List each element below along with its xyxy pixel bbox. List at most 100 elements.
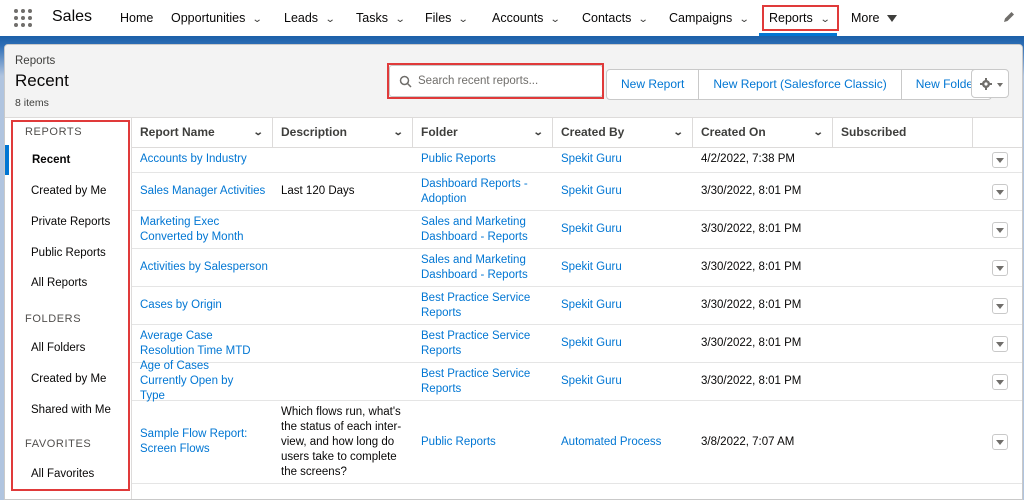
created-by-link[interactable]: Spekit Guru (553, 147, 693, 172)
created-by-link[interactable]: Spekit Guru (553, 363, 693, 400)
chevron-down-icon[interactable]: ⌄ (550, 2, 561, 38)
row-actions-dropdown[interactable] (992, 184, 1008, 200)
chevron-down-icon[interactable]: ⌄ (739, 2, 750, 38)
nav-item-contacts[interactable]: Contacts ⌄ (582, 0, 649, 38)
column-header-actions (973, 118, 1022, 147)
folder-link[interactable]: Best Practice Service Reports (413, 363, 545, 400)
report-name-link[interactable]: Sales Manager Activities (132, 173, 273, 210)
row-actions-dropdown[interactable] (992, 336, 1008, 352)
report-description: Last 120 Days (281, 185, 355, 197)
nav-item-home[interactable]: Home (120, 0, 153, 36)
new-report-classic-button[interactable]: New Report (Salesforce Classic) (698, 70, 900, 99)
table-row: Accounts by Industry Public Reports Spek… (132, 147, 1022, 173)
chevron-down-icon[interactable]: ⌄ (672, 118, 683, 147)
chevron-down-icon[interactable]: ⌄ (812, 118, 823, 147)
created-on: 3/8/2022, 7:07 AM (701, 435, 795, 448)
caret-down-icon[interactable] (887, 15, 898, 23)
column-label: Description (281, 125, 348, 139)
column-header-subscribed[interactable]: Subscribed (833, 118, 973, 147)
nav-item-label: Home (120, 11, 154, 25)
row-actions-dropdown[interactable] (992, 152, 1008, 168)
column-header-description[interactable]: Description ⌄ (273, 118, 413, 147)
table-row: Marketing Exec Converted by Month Sales … (132, 211, 1022, 249)
chevron-down-icon[interactable]: ⌄ (252, 118, 263, 147)
folder-link[interactable]: Sales and Marketing Dashboard - Reports (413, 249, 545, 286)
reports-table: Report Name ⌄ Description ⌄ Folder ⌄ Create… (132, 118, 1022, 499)
nav-item-tasks[interactable]: Tasks ⌄ (356, 0, 406, 38)
table-header: Report Name ⌄ Description ⌄ Folder ⌄ Create… (132, 118, 1022, 148)
nav-item-opportunities[interactable]: Opportunities ⌄ (171, 0, 263, 38)
edit-nav-pencil-icon[interactable] (1002, 10, 1016, 24)
new-report-button[interactable]: New Report (607, 70, 698, 99)
chevron-down-icon[interactable]: ⌄ (532, 118, 543, 147)
folder-link[interactable]: Best Practice Service Reports (413, 325, 545, 362)
report-description (273, 211, 413, 248)
table-row: Average Case Resolution Time MTD Best Pr… (132, 325, 1022, 363)
report-name-link[interactable]: Accounts by Industry (132, 147, 273, 172)
row-actions-dropdown[interactable] (992, 434, 1008, 450)
folder-link[interactable]: Best Practice Service Reports (413, 287, 545, 324)
created-by-link[interactable]: Spekit Guru (553, 211, 693, 248)
chevron-down-icon[interactable]: ⌄ (638, 2, 649, 38)
list-settings-button[interactable] (971, 69, 1009, 98)
report-description (273, 147, 413, 172)
report-description (273, 363, 413, 400)
highlight-box-search (387, 63, 604, 99)
header-button-group: New Report New Report (Salesforce Classi… (606, 69, 993, 100)
created-by-link[interactable]: Spekit Guru (553, 287, 693, 324)
report-name-link[interactable]: Sample Flow Report: Screen Flows (132, 401, 258, 483)
nav-item-more[interactable]: More (851, 0, 898, 36)
row-actions-dropdown[interactable] (992, 374, 1008, 390)
highlight-box-sidebar (11, 120, 130, 491)
created-by-link[interactable]: Spekit Guru (553, 325, 693, 362)
report-name-link[interactable]: Activities by Salesperson (132, 249, 273, 286)
folder-link[interactable]: Public Reports (413, 401, 553, 483)
item-count: 8 items (15, 97, 49, 109)
row-actions-dropdown[interactable] (992, 298, 1008, 314)
column-header-created-by[interactable]: Created By ⌄ (553, 118, 693, 147)
nav-item-files[interactable]: Files ⌄ (425, 0, 469, 38)
report-description (273, 287, 413, 324)
chevron-down-icon[interactable]: ⌄ (395, 2, 406, 38)
table-row: Sample Flow Report: Screen Flows Which f… (132, 401, 1022, 484)
created-on: 3/30/2022, 8:01 PM (701, 261, 802, 273)
report-description (273, 325, 413, 362)
caret-down-icon (997, 83, 1003, 87)
column-header-created-on[interactable]: Created On ⌄ (693, 118, 833, 147)
app-launcher-icon[interactable] (14, 9, 32, 27)
gear-icon (980, 78, 992, 90)
folder-link[interactable]: Sales and Marketing Dashboard - Reports (413, 211, 545, 248)
created-by-link[interactable]: Spekit Guru (553, 173, 693, 210)
folder-link[interactable]: Public Reports (413, 147, 553, 172)
nav-item-accounts[interactable]: Accounts ⌄ (492, 0, 561, 38)
row-actions-dropdown[interactable] (992, 260, 1008, 276)
breadcrumb[interactable]: Reports (15, 55, 55, 67)
report-description (273, 249, 413, 286)
report-name-link[interactable]: Cases by Origin (132, 287, 273, 324)
chevron-down-icon[interactable]: ⌄ (392, 118, 403, 147)
report-name-link[interactable]: Age of Cases Currently Open by Type (132, 360, 258, 402)
column-header-folder[interactable]: Folder ⌄ (413, 118, 553, 147)
column-label: Created On (701, 125, 766, 139)
table-row: Sales Manager Activities Last 120 Days D… (132, 173, 1022, 211)
nav-item-campaigns[interactable]: Campaigns ⌄ (669, 0, 750, 38)
created-on: 3/30/2022, 8:01 PM (701, 299, 802, 311)
column-label: Report Name (140, 125, 215, 139)
created-by-link[interactable]: Spekit Guru (553, 249, 693, 286)
column-header-report-name[interactable]: Report Name ⌄ (132, 118, 273, 147)
page-title: Recent (15, 71, 69, 90)
nav-item-leads[interactable]: Leads ⌄ (284, 0, 336, 38)
chevron-down-icon[interactable]: ⌄ (252, 2, 263, 38)
chevron-down-icon[interactable]: ⌄ (325, 2, 336, 38)
created-by-link[interactable]: Automated Process (553, 401, 693, 483)
table-row: Activities by Salesperson Sales and Mark… (132, 249, 1022, 287)
column-label: Subscribed (841, 125, 907, 139)
folder-link[interactable]: Dashboard Reports - Adoption (413, 173, 545, 210)
report-name-link[interactable]: Marketing Exec Converted by Month (132, 211, 262, 248)
chevron-down-icon[interactable]: ⌄ (458, 2, 469, 38)
nav-item-label: More (851, 11, 880, 25)
report-name-link[interactable]: Average Case Resolution Time MTD (132, 325, 264, 362)
nav-item-label: Leads (284, 11, 319, 25)
row-actions-dropdown[interactable] (992, 222, 1008, 238)
nav-item-label: Contacts (582, 11, 632, 25)
